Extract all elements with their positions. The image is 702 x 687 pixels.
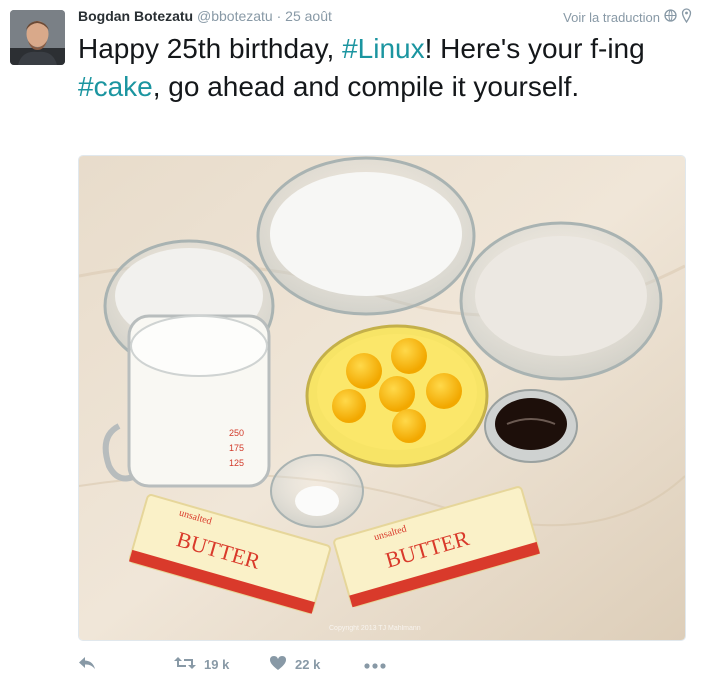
hashtag-linux[interactable]: #Linux — [342, 33, 425, 64]
avatar[interactable] — [10, 10, 65, 65]
eggs-bowl — [305, 324, 489, 468]
retweet-count: 19 k — [204, 656, 230, 672]
globe-icon — [664, 9, 677, 25]
tweet-text-part: Happy 25th birthday, — [78, 33, 343, 64]
retweet-icon — [174, 656, 196, 673]
tweet-date[interactable]: 25 août — [285, 8, 332, 24]
tweet-header: Bogdan Botezatu @bbotezatu · 25 août Voi… — [78, 8, 692, 28]
heart-icon — [269, 655, 287, 674]
author-name[interactable]: Bogdan Botezatu — [78, 8, 193, 24]
header-right: Voir la traduction — [563, 8, 692, 26]
tweet-text-part: , go ahead and compile it yourself. — [152, 71, 580, 102]
milk-measuring-cup: 250 175 125 — [102, 314, 271, 488]
tweet-text-part: ! Here's your f-ing — [424, 33, 645, 64]
vanilla-bowl — [484, 389, 578, 463]
svg-text:250: 250 — [229, 428, 244, 438]
location-pin-icon[interactable] — [681, 8, 692, 26]
salt-bowl — [270, 454, 364, 528]
separator: · — [276, 8, 282, 24]
sugar-bowl — [256, 156, 476, 316]
svg-text:175: 175 — [229, 443, 244, 453]
like-button[interactable]: 22 k — [269, 655, 364, 674]
tweet-text: Happy 25th birthday, #Linux! Here's your… — [78, 30, 688, 106]
svg-text:125: 125 — [229, 458, 244, 468]
more-icon — [364, 657, 386, 672]
reply-icon — [78, 656, 96, 673]
more-button[interactable] — [364, 657, 386, 672]
translate-link[interactable]: Voir la traduction — [563, 10, 660, 25]
photo-copyright: Copyright 2013 TJ Mahlmann — [329, 625, 421, 632]
hashtag-cake[interactable]: #cake — [78, 71, 153, 102]
tweet-photo[interactable]: 250 175 125 unsalted BUTTER unsalted BUT… — [78, 155, 686, 641]
reply-button[interactable] — [78, 656, 174, 673]
author-handle[interactable]: @bbotezatu — [197, 8, 273, 24]
retweet-button[interactable]: 19 k — [174, 656, 269, 673]
like-count: 22 k — [295, 656, 321, 672]
tweet-actions: 19 k 22 k — [78, 652, 688, 676]
flour-bowl — [459, 221, 663, 381]
